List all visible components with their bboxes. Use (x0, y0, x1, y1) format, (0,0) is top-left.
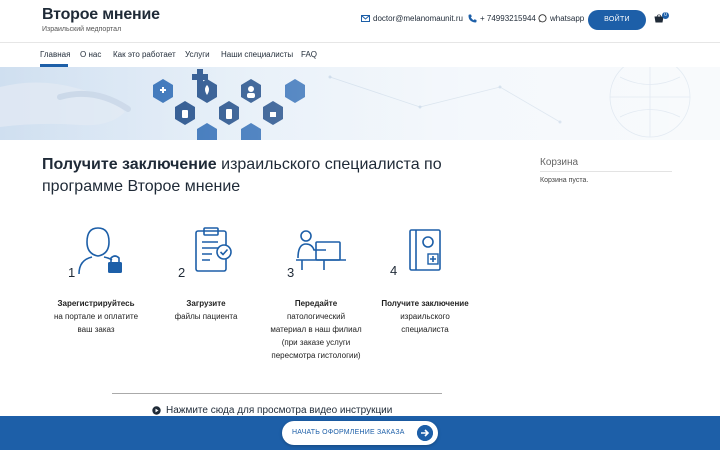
step-3-title: Передайте (294, 299, 338, 308)
video-instruction-link[interactable]: Нажмите сюда для просмотра видео инструк… (152, 405, 392, 416)
step-4-title: Получите заключение (381, 299, 469, 308)
email-link[interactable]: doctor@melanomaunit.ru (361, 14, 463, 23)
step-2-line-1: файлы пациента (174, 312, 238, 321)
medical-report-icon (409, 229, 441, 271)
sidebar-divider (540, 171, 672, 172)
step-4-text: Получите заключение израильского специал… (370, 297, 480, 336)
medical-hexagons-illustration (0, 67, 720, 140)
cart-count-badge: 0 (662, 12, 669, 19)
envelope-icon (361, 15, 370, 22)
whatsapp-icon (538, 14, 547, 23)
step-2-title: Загрузите (186, 299, 226, 308)
person-computer-icon (296, 230, 346, 270)
content-divider (112, 393, 442, 394)
step-4-line-1: израильского (400, 312, 450, 321)
site-title[interactable]: Второе мнение (42, 6, 160, 24)
step-4-line-2: специалиста (401, 325, 449, 334)
nav-item-faq[interactable]: FAQ (301, 50, 317, 59)
video-link-text: Нажмите сюда для просмотра видео инструк… (166, 405, 393, 416)
step-3-line-3: (при заказе услуги (281, 338, 351, 347)
step-4-number: 4 (390, 263, 398, 278)
step-3-number: 3 (287, 265, 295, 280)
step-2-number: 2 (178, 265, 186, 280)
step-3-line-2: материал в наш филиал (270, 325, 362, 334)
start-order-button[interactable]: НАЧАТЬ ОФОРМЛЕНИЕ ЗАКАЗА (282, 421, 438, 445)
step-1-title: Зарегистрируйтесь (57, 299, 135, 308)
page-headline: Получите заключение израильского специал… (42, 154, 512, 198)
login-button[interactable]: ВОЙТИ (588, 10, 646, 30)
step-1-line-2: ваш заказ (77, 325, 115, 334)
step-1-text: Зарегистрируйтесь на портале и оплатите … (41, 297, 151, 336)
clipboard-check-icon (195, 227, 232, 272)
play-circle-icon (152, 406, 161, 415)
user-lock-icon (78, 227, 122, 275)
sidebar-cart-title: Корзина (540, 157, 579, 168)
site-subtitle: Израильский медпортал (42, 26, 122, 33)
sidebar-cart-empty: Корзина пуста. (540, 177, 589, 184)
email-text: doctor@melanomaunit.ru (373, 14, 463, 23)
step-1-line-1: на портале и оплатите (53, 312, 139, 321)
nav-item-home[interactable]: Главная (40, 50, 70, 59)
hero-banner (0, 67, 720, 140)
phone-link[interactable]: + 74993215944 (468, 14, 536, 23)
arrow-right-icon (417, 425, 433, 441)
step-3-line-4: пересмотра гистологии) (271, 351, 361, 360)
headline-bold: Получите заключение (42, 156, 217, 173)
start-order-label: НАЧАТЬ ОФОРМЛЕНИЕ ЗАКАЗА (292, 429, 405, 436)
nav-item-about[interactable]: О нас (80, 50, 101, 59)
nav-item-how-it-works[interactable]: Как это работает (113, 50, 176, 59)
whatsapp-link[interactable]: whatsapp (538, 14, 584, 23)
step-3-line-1: патологический (286, 312, 346, 321)
step-3-text: Передайте патологический материал в наш … (261, 297, 371, 362)
nav-item-services[interactable]: Услуги (185, 50, 210, 59)
main-nav: Главная О нас Как это работает Услуги На… (0, 42, 720, 67)
site-header: Второе мнение Израильский медпортал doct… (0, 0, 720, 42)
phone-text: + 74993215944 (480, 14, 536, 23)
phone-icon (468, 14, 477, 23)
whatsapp-text: whatsapp (550, 14, 585, 23)
nav-item-specialists[interactable]: Наши специалисты (221, 50, 293, 59)
step-1-number: 1 (68, 265, 76, 280)
step-2-text: Загрузите файлы пациента (151, 297, 261, 323)
